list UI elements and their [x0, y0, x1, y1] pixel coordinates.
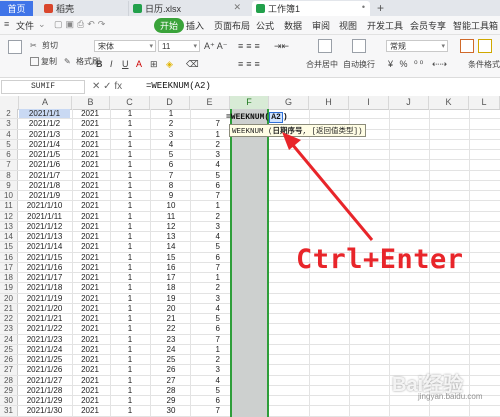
arrow-shaft	[285, 137, 374, 241]
annotation-arrow	[282, 132, 374, 241]
arrow-head	[282, 132, 301, 150]
shortcut-annotation: Ctrl+Enter	[296, 244, 464, 275]
watermark-url: jingyan.baidu.com	[418, 392, 483, 401]
